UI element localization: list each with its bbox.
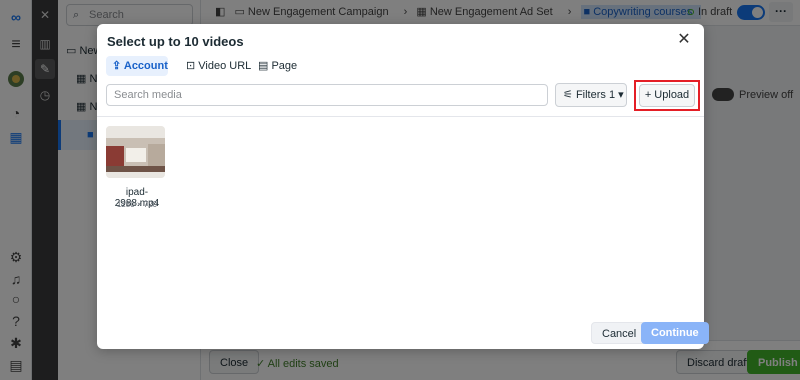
tab-page[interactable]: ▤ Page <box>252 56 303 76</box>
filters-dropdown[interactable]: ⚟ Filters 1 ▾ <box>555 83 627 107</box>
divider <box>97 116 704 117</box>
upload-highlight: + Upload <box>634 80 700 111</box>
tab-video-url[interactable]: ⊡ Video URL <box>180 56 257 76</box>
dialog-title: Select up to 10 videos <box>107 34 244 49</box>
tab-label: Page <box>271 60 298 72</box>
video-thumbnail[interactable] <box>106 126 165 178</box>
select-videos-dialog: Select up to 10 videos ✕ ⇪ Account ⊡ Vid… <box>97 24 709 349</box>
close-icon[interactable]: ✕ <box>674 30 694 50</box>
page-icon: ▤ <box>258 60 269 72</box>
tab-account[interactable]: ⇪ Account <box>106 56 168 76</box>
upload-icon: ⇪ <box>112 60 122 72</box>
video-url-icon: ⊡ <box>186 60 196 72</box>
video-thumbnail-image <box>106 126 165 178</box>
filters-label: Filters 1 <box>575 89 616 101</box>
cancel-button[interactable]: Cancel <box>591 322 648 344</box>
continue-button[interactable]: Continue <box>641 322 709 344</box>
tab-label: Video URL <box>198 60 252 72</box>
filter-sliders-icon: ⚟ <box>563 89 573 101</box>
tab-label: Account <box>123 60 168 72</box>
video-dimensions: 1280 × 720 <box>116 200 158 209</box>
search-media-input[interactable]: Search media <box>106 84 548 106</box>
upload-button[interactable]: + Upload <box>639 84 695 107</box>
caret-down-icon: ▾ <box>618 89 624 101</box>
